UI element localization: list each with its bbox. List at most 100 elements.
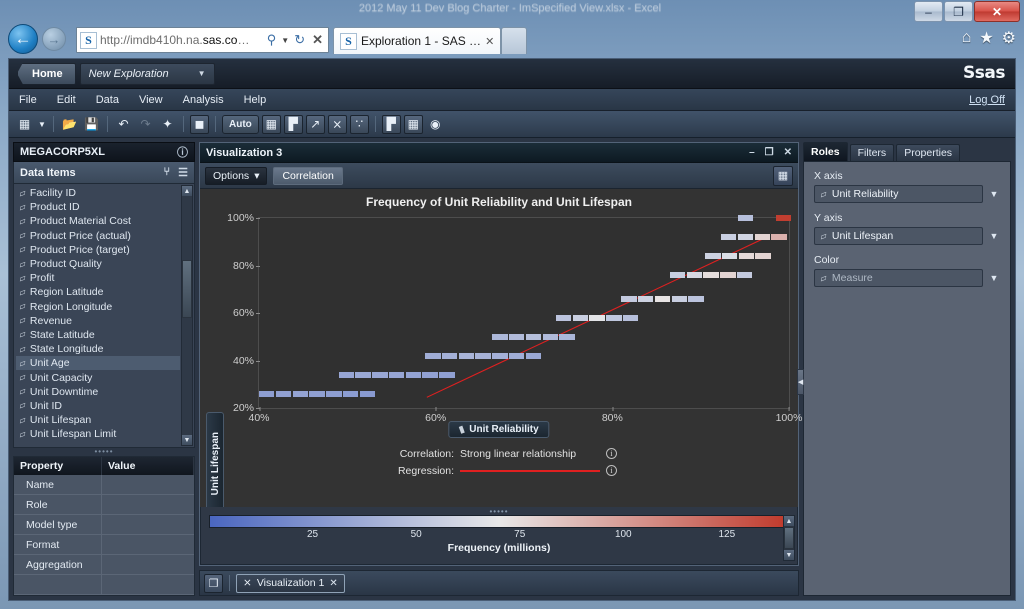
scroll-up-icon[interactable]: ▲ xyxy=(182,186,192,196)
data-item[interactable]: ▱ Facility ID xyxy=(16,186,180,200)
tab-close-icon[interactable]: ✕ xyxy=(329,578,337,589)
chevron-down-icon[interactable]: ▼ xyxy=(988,231,1000,241)
browser-tab[interactable]: S Exploration 1 - SAS … ✕ xyxy=(333,27,502,54)
settings-gear-icon[interactable]: ⚙ xyxy=(1002,28,1016,48)
tab-properties[interactable]: Properties xyxy=(896,144,961,161)
heatmap-cell[interactable] xyxy=(720,234,737,240)
heatmap-cell[interactable] xyxy=(309,390,325,397)
panel-splitter[interactable]: ••••• xyxy=(13,448,195,456)
property-value-cell[interactable] xyxy=(102,515,194,534)
heatmap-cell[interactable] xyxy=(342,390,359,397)
show-data-grid-icon[interactable]: ▦ xyxy=(773,165,793,186)
data-item[interactable]: ▱ Product Quality xyxy=(16,257,180,271)
property-value-cell[interactable] xyxy=(102,555,194,574)
heatmap-cell[interactable] xyxy=(589,314,605,321)
back-icon[interactable]: ← xyxy=(8,24,38,54)
legend-scrollbar[interactable]: ▲ ▼ xyxy=(783,515,795,561)
heatmap-cell[interactable] xyxy=(637,295,654,302)
close-button[interactable]: ✕ xyxy=(974,1,1020,22)
maximize-button[interactable]: ❐ xyxy=(944,1,973,22)
refresh-icon[interactable]: ↻ xyxy=(292,32,307,48)
data-item[interactable]: ▱ Profit xyxy=(16,271,180,285)
filter-icon[interactable]: ☰ xyxy=(178,166,188,179)
tab-filters[interactable]: Filters xyxy=(849,144,895,161)
plot-area[interactable]: 20% 40% 60% 80% 100% 40% 60% 80% 100% xyxy=(227,212,802,424)
data-item[interactable]: ▱ Unit Downtime xyxy=(16,385,180,399)
heatmap-cell[interactable] xyxy=(775,215,792,221)
heatmap-cell[interactable] xyxy=(622,314,639,321)
heatmap-cell[interactable] xyxy=(737,215,754,221)
info-icon[interactable]: ⓘ xyxy=(177,144,188,160)
forward-icon[interactable]: → xyxy=(42,27,66,51)
visualization-tab[interactable]: ⨯ Visualization 1 ✕ xyxy=(236,573,345,593)
heatmap-cell[interactable] xyxy=(338,371,354,378)
heatmap-cell[interactable] xyxy=(621,295,637,302)
heatmap-cell[interactable] xyxy=(754,234,770,240)
property-value-cell[interactable] xyxy=(102,475,194,494)
heatmap-cell[interactable] xyxy=(755,253,771,259)
data-item[interactable]: ▱ Unit Lifespan xyxy=(16,413,180,427)
heatmap-cell[interactable] xyxy=(771,234,787,240)
home-button[interactable]: Home xyxy=(17,62,76,85)
heatmap-cell[interactable] xyxy=(355,371,371,378)
open-icon[interactable]: 📂 xyxy=(60,115,79,134)
heatmap-icon[interactable]: ▦ xyxy=(403,114,423,134)
heatmap-cell[interactable] xyxy=(671,295,687,302)
heatmap-cell[interactable] xyxy=(405,371,422,378)
options-button[interactable]: Options ▾ xyxy=(205,166,268,185)
data-item[interactable]: ▱ Unit Lifespan Limit xyxy=(16,427,180,441)
data-item[interactable]: ▱ Product Price (actual) xyxy=(16,229,180,243)
heatmap-cell[interactable] xyxy=(721,253,738,259)
info-icon[interactable]: i xyxy=(606,448,617,459)
heatmap-cell[interactable] xyxy=(508,352,525,359)
bubble-chart-icon[interactable]: ∵ xyxy=(349,114,369,134)
data-items-list[interactable]: ▱ Facility ID ▱ Product ID ▱ Product Material… xyxy=(13,184,195,448)
legend-splitter[interactable]: ••••• xyxy=(201,507,797,516)
role-selector[interactable]: ▱ Unit Lifespan ▼ xyxy=(814,227,1000,245)
geo-map-icon[interactable]: ◉ xyxy=(426,115,445,134)
heatmap-cell[interactable] xyxy=(654,295,671,302)
address-bar[interactable]: S http://imdb410h.na.sas.co… ⚲ ▼ ↻ ✕ xyxy=(76,27,329,53)
role-selector[interactable]: ▱ Unit Reliability ▼ xyxy=(814,185,1000,203)
table-row[interactable]: Role xyxy=(14,495,194,515)
menu-item-analysis[interactable]: Analysis xyxy=(173,94,234,106)
heatmap-cell[interactable] xyxy=(508,333,525,340)
heatmap-cell[interactable] xyxy=(736,272,753,278)
heatmap-cell[interactable] xyxy=(738,253,755,259)
menu-item-data[interactable]: Data xyxy=(86,94,129,106)
heatmap-cell[interactable] xyxy=(492,333,508,340)
forecast-icon[interactable]: ▛ xyxy=(381,114,401,134)
heatmap-cell[interactable] xyxy=(555,314,572,321)
tab-roles[interactable]: Roles xyxy=(803,142,848,161)
data-item[interactable]: ▱ Product Price (target) xyxy=(16,243,180,257)
heatmap-cell[interactable] xyxy=(705,253,721,259)
pages-icon[interactable]: ❐ xyxy=(204,573,223,593)
heatmap-cell[interactable] xyxy=(326,390,342,397)
home-icon[interactable]: ⌂ xyxy=(962,29,972,47)
heatmap-cell[interactable] xyxy=(737,234,754,240)
info-icon[interactable]: i xyxy=(606,465,617,476)
role-value-box[interactable]: ▱ Unit Reliability xyxy=(814,185,983,203)
table-row[interactable]: Name xyxy=(14,475,194,495)
heatmap-cell[interactable] xyxy=(669,272,686,278)
menu-item-help[interactable]: Help xyxy=(234,94,277,106)
new-icon[interactable]: ▦ xyxy=(15,115,34,134)
menu-item-view[interactable]: View xyxy=(129,94,173,106)
chevron-down-icon[interactable]: ▼ xyxy=(281,36,289,45)
refresh-data-icon[interactable]: ✦ xyxy=(158,115,177,134)
table-row[interactable]: Aggregation xyxy=(14,555,194,575)
x-axis-label-chip[interactable]: ▮ Unit Reliability xyxy=(448,421,550,438)
data-item[interactable]: ▱ Unit ID xyxy=(16,399,180,413)
data-item[interactable]: ▱ Region Latitude xyxy=(16,285,180,299)
search-icon[interactable]: ⚲ xyxy=(265,32,279,48)
heatmap-cell[interactable] xyxy=(559,333,575,340)
correlation-tab[interactable]: Correlation xyxy=(273,166,343,185)
heatmap-cell[interactable] xyxy=(458,352,475,359)
heatmap-cell[interactable] xyxy=(572,314,589,321)
collapse-panel-handle[interactable]: ◀ xyxy=(797,369,804,395)
viz-maximize-icon[interactable]: ❐ xyxy=(765,147,774,158)
scroll-down-icon[interactable]: ▼ xyxy=(784,550,794,560)
data-item[interactable]: ▱ Unit Capacity xyxy=(16,370,180,384)
heatmap-cell[interactable] xyxy=(720,272,736,278)
heatmap-cell[interactable] xyxy=(422,371,438,378)
